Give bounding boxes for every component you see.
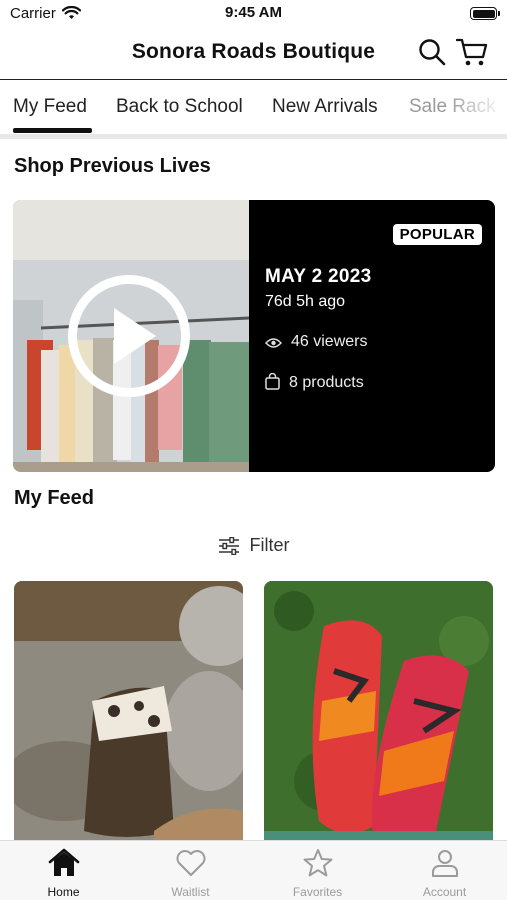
tab-home-label: Home: [47, 885, 80, 899]
live-viewers-label: 46 viewers: [291, 333, 368, 350]
person-icon: [432, 850, 458, 877]
live-viewers: 46 viewers: [264, 333, 368, 351]
eye-icon: [264, 338, 283, 348]
status-bar: Carrier 9:45 AM: [0, 0, 507, 28]
active-tab-indicator: [13, 128, 92, 133]
home-icon: [48, 848, 80, 876]
cart-icon[interactable]: [456, 37, 488, 67]
tab-new-arrivals[interactable]: New Arrivals: [272, 96, 378, 118]
bag-icon: [265, 372, 280, 390]
product-card[interactable]: [264, 581, 493, 843]
live-info-panel: POPULAR MAY 2 2023 76d 5h ago 46 viewers…: [249, 200, 495, 472]
product-card[interactable]: [14, 581, 243, 843]
sandal-product-image: [14, 581, 243, 843]
play-icon[interactable]: [68, 275, 190, 397]
bottom-tab-bar: Home Waitlist Favorites Account: [0, 840, 507, 900]
live-time-ago: 76d 5h ago: [265, 293, 346, 310]
flip-flop-product-image: [264, 581, 493, 843]
live-date: MAY 2 2023: [265, 266, 372, 287]
tab-my-feed[interactable]: My Feed: [13, 96, 87, 118]
previous-live-card[interactable]: POPULAR MAY 2 2023 76d 5h ago 46 viewers…: [13, 200, 495, 472]
tab-favorites-label: Favorites: [292, 885, 343, 899]
battery-icon: [470, 7, 500, 20]
nav-bar: Sonora Roads Boutique: [0, 28, 507, 80]
tab-account[interactable]: Account: [381, 841, 507, 900]
filter-label: Filter: [249, 535, 290, 555]
tab-favorites[interactable]: Favorites: [254, 841, 381, 900]
tab-waitlist[interactable]: Waitlist: [127, 841, 254, 900]
search-icon[interactable]: [418, 38, 446, 66]
live-video-thumbnail: [13, 200, 249, 472]
category-tabs: My Feed Back to School New Arrivals Sale…: [0, 80, 507, 136]
filter-button[interactable]: Filter: [0, 535, 507, 556]
star-icon: [303, 849, 333, 877]
tab-waitlist-label: Waitlist: [171, 885, 210, 899]
tab-fade: [447, 80, 507, 134]
popular-badge: POPULAR: [392, 224, 482, 245]
live-products-label: 8 products: [289, 374, 364, 391]
filter-icon: [218, 536, 239, 556]
section-title-my-feed: My Feed: [14, 487, 95, 509]
live-products: 8 products: [265, 372, 364, 392]
tab-account-label: Account: [422, 885, 467, 899]
tab-home[interactable]: Home: [0, 841, 127, 900]
tabs-divider: [0, 134, 507, 139]
heart-icon: [176, 850, 206, 876]
tab-back-to-school[interactable]: Back to School: [116, 96, 243, 118]
section-title-previous-lives: Shop Previous Lives: [14, 155, 211, 177]
status-time: 9:45 AM: [225, 4, 282, 21]
